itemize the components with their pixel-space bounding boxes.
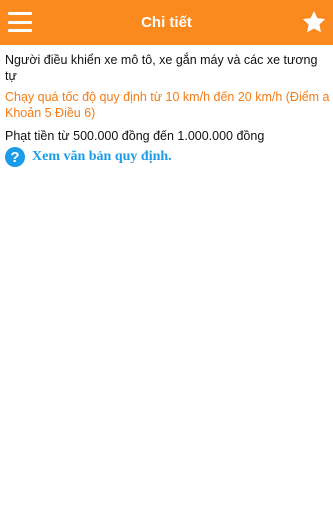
hamburger-menu-icon-bar xyxy=(8,29,32,32)
penalty-text: Phạt tiền từ 500.000 đồng đến 1.000.000 … xyxy=(5,129,265,143)
violation-description: Chạy quá tốc độ quy định từ 10 km/h đến … xyxy=(5,90,330,120)
page-title: Chi tiết xyxy=(141,14,192,31)
view-regulation-link[interactable]: ? Xem văn bản quy định. xyxy=(5,147,330,167)
menu-button[interactable] xyxy=(8,10,32,34)
detail-content: Người điều khiển xe mô tô, xe gắn máy và… xyxy=(5,52,330,167)
view-regulation-label: Xem văn bản quy định. xyxy=(32,149,172,164)
favorite-button[interactable] xyxy=(301,9,327,35)
hamburger-menu-icon xyxy=(8,12,32,15)
app-bar: Chi tiết xyxy=(0,0,333,45)
star-icon xyxy=(302,10,326,33)
hamburger-menu-icon-bar xyxy=(8,20,32,24)
vehicle-subject: Người điều khiển xe mô tô, xe gắn máy và… xyxy=(5,53,318,83)
help-icon: ? xyxy=(5,147,25,167)
